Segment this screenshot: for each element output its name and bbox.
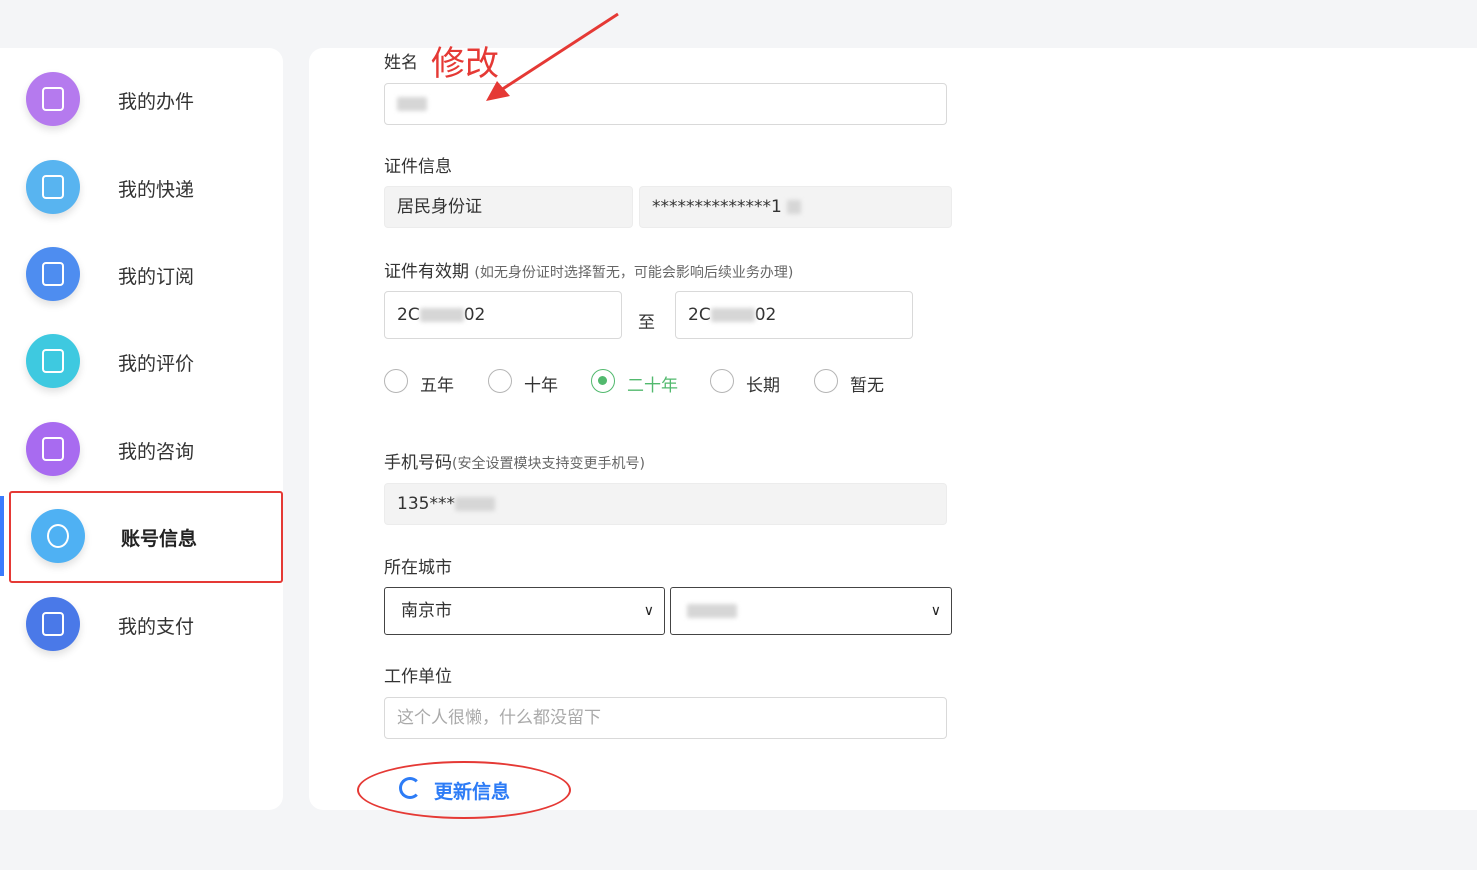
- sidebar-item-my-consultations[interactable]: 我的咨询: [0, 409, 283, 489]
- package-icon: [26, 160, 80, 214]
- city-select[interactable]: 南京市 ∨: [384, 587, 665, 635]
- sidebar-item-my-subscriptions[interactable]: 我的订阅: [0, 234, 283, 314]
- id-info-label: 证件信息: [384, 157, 452, 177]
- validity-hint: (如无身份证时选择暂无，可能会影响后续业务办理): [474, 265, 794, 281]
- refresh-icon: [399, 777, 421, 799]
- to-label: 至: [638, 313, 655, 333]
- sidebar-item-label: 我的订阅: [118, 266, 195, 288]
- headset-user-icon: [26, 422, 80, 476]
- sidebar-item-label: 我的咨询: [118, 441, 195, 463]
- money-bag-icon: [26, 597, 80, 651]
- sidebar: 我的办件 我的快递 我的订阅 我的评价 我的咨询 账号信息 我的支付: [0, 48, 283, 810]
- phone-field: 135***: [384, 483, 947, 525]
- chevron-down-icon: ∨: [643, 603, 654, 619]
- sidebar-item-my-reviews[interactable]: 我的评价: [0, 321, 283, 401]
- name-input[interactable]: [384, 83, 947, 125]
- work-input[interactable]: 这个人很懒，什么都没留下: [384, 697, 947, 739]
- sidebar-item-label: 我的办件: [118, 91, 195, 113]
- validity-label: 证件有效期 (如无身份证时选择暂无，可能会影响后续业务办理): [384, 262, 794, 282]
- district-select[interactable]: ∨: [670, 587, 952, 635]
- sidebar-item-my-applications[interactable]: 我的办件: [0, 59, 283, 139]
- document-user-icon: [26, 72, 80, 126]
- active-indicator: [0, 496, 4, 576]
- phone-hint: (安全设置模块支持变更手机号): [452, 456, 645, 472]
- id-type-field: 居民身份证: [384, 186, 633, 228]
- sidebar-item-my-delivery[interactable]: 我的快递: [0, 147, 283, 227]
- id-number-field: **************1: [639, 186, 952, 228]
- sidebar-item-my-payments[interactable]: 我的支付: [0, 584, 283, 664]
- name-label: 姓名: [384, 53, 418, 73]
- sidebar-item-label: 我的评价: [118, 353, 195, 375]
- calendar-icon: [26, 247, 80, 301]
- account-form-panel: 姓名 证件信息 居民身份证 **************1 证件有效期 (如无身…: [309, 48, 1477, 810]
- annotation-arrow: [486, 12, 619, 101]
- chevron-down-icon: ∨: [930, 603, 941, 619]
- validity-end-input[interactable]: 2C 02: [675, 291, 913, 339]
- highlight-box: [9, 491, 283, 583]
- sidebar-item-label: 我的支付: [118, 616, 195, 638]
- phone-label: 手机号码(安全设置模块支持变更手机号): [384, 453, 645, 473]
- sidebar-item-label: 我的快递: [118, 179, 195, 201]
- work-label: 工作单位: [384, 667, 452, 687]
- city-label: 所在城市: [384, 558, 452, 578]
- chat-icon: [26, 334, 80, 388]
- validity-start-input[interactable]: 2C 02: [384, 291, 622, 339]
